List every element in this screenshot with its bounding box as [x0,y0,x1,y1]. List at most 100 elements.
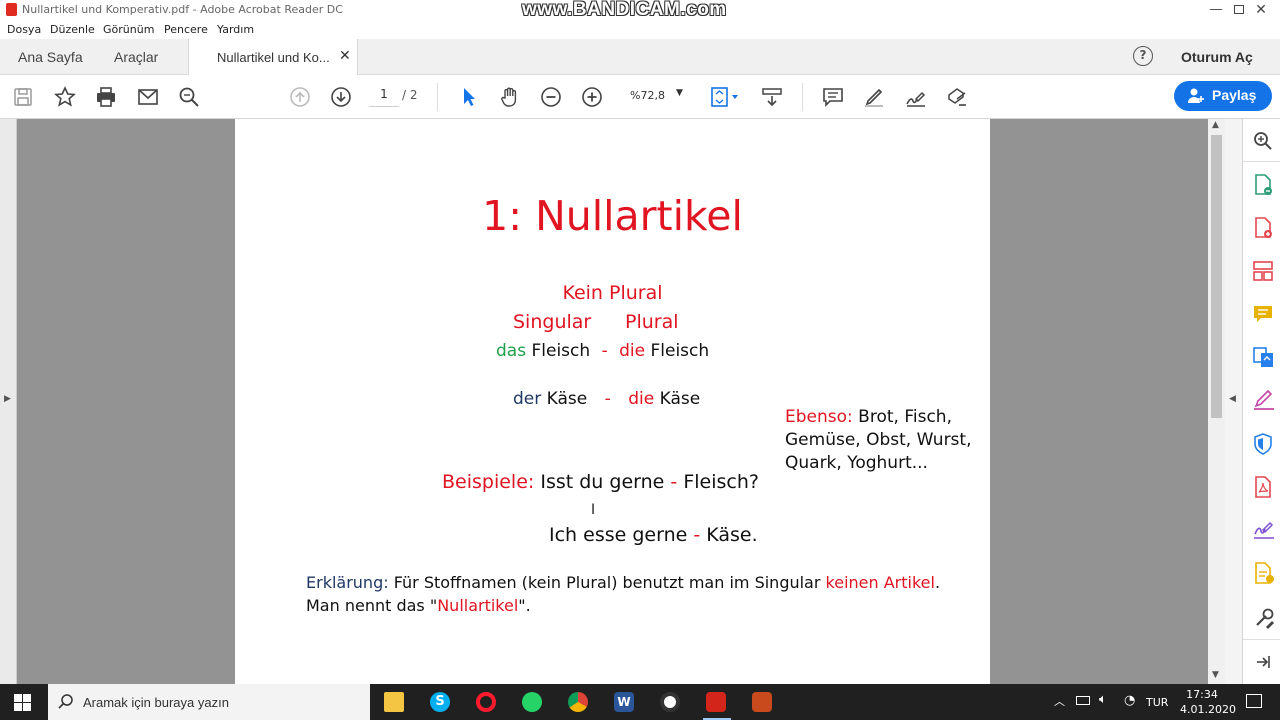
menu-file[interactable]: Dosya [7,23,41,36]
erklaerung-nullartikel: Nullartikel [437,596,519,615]
word-icon[interactable]: W [614,692,634,712]
input-language[interactable]: TUR [1146,696,1168,709]
singular-heading: Singular [513,311,592,333]
acrobat-taskbar-icon[interactable] [706,692,726,712]
taskbar-search-placeholder: Aramak için buraya yazın [83,695,229,710]
pdf-title: 1: Nullartikel [482,192,743,240]
panel-divider [1243,639,1280,640]
left-panel-toggle[interactable]: ▶ [0,119,17,684]
row-dash: - [601,341,608,361]
taskbar-search-box[interactable]: Aramak için buraya yazın [48,684,370,720]
bandicam-watermark: www.BANDICAM.com [522,0,727,20]
search-zoom-icon[interactable] [1253,131,1273,155]
clock-time: 17:34 [1186,688,1218,701]
explanation-paragraph: Erklärung: Für Stoffnamen (kein Plural) … [306,571,946,617]
chevron-left-icon: ◀ [1229,394,1236,404]
protect-shield-icon[interactable] [1253,433,1273,459]
windows-start-icon[interactable] [14,694,31,715]
organize-pages-icon[interactable] [1253,260,1273,286]
fill-sign-tool-icon[interactable] [1253,519,1275,543]
scroll-down-icon[interactable]: ▼ [1212,670,1219,680]
menu-bar: Dosya Düzenle Görünüm Pencere Yardım [0,21,1280,39]
sign-icon[interactable] [904,85,928,109]
previous-page-icon[interactable] [288,85,312,109]
menu-window[interactable]: Pencere [164,23,208,36]
search-icon [58,693,74,713]
whatsapp-icon[interactable] [522,692,542,712]
zoom-in-icon[interactable] [580,85,604,109]
search-icon[interactable] [177,85,201,109]
article-die: die [628,389,655,409]
help-icon[interactable]: ? [1133,46,1153,66]
maximize-button[interactable] [1200,0,1244,21]
comment-icon[interactable] [821,85,845,109]
taskbar-clock[interactable]: 17:34 4.01.2020 [1180,687,1236,717]
share-label: Paylaş [1212,87,1257,103]
menu-view[interactable]: Görünüm [103,23,154,36]
example-2-end: Käse. [706,524,758,546]
article-die: die [619,341,646,361]
collapse-pane-icon[interactable] [1255,654,1271,674]
save-icon[interactable] [11,85,35,109]
request-signature-icon[interactable] [1253,562,1275,588]
fill-sign-icon[interactable] [945,85,969,109]
tab-home[interactable]: Ana Sayfa [18,49,83,65]
share-button[interactable]: Paylaş [1174,81,1272,111]
mail-icon[interactable] [136,85,160,109]
file-explorer-icon[interactable] [384,692,404,712]
hand-tool-icon[interactable] [498,85,522,109]
zoom-out-icon[interactable] [539,85,563,109]
highlight-pen-icon[interactable] [862,85,886,109]
volume-icon[interactable]: 🔈︎ [1099,692,1107,707]
tab-document-label: Nullartikel und Ko... [217,50,330,65]
menu-edit[interactable]: Düzenle [50,23,95,36]
menu-help[interactable]: Yardım [217,23,254,36]
powerpoint-icon[interactable] [752,692,772,712]
example-1-end: Fleisch? [683,471,759,493]
acrobat-pdf-icon[interactable] [1253,476,1273,502]
create-pdf-icon[interactable] [1253,217,1273,243]
page-number-input[interactable]: 1 [369,87,399,107]
comment-tool-icon[interactable] [1253,304,1273,328]
edit-sign-icon[interactable] [1253,389,1275,414]
battery-icon[interactable] [1076,696,1090,705]
tray-chevron-up-icon[interactable]: ︿ [1054,693,1065,709]
bandicam-record-icon[interactable] [660,692,680,712]
scrollbar-thumb[interactable] [1211,135,1222,418]
close-tab-icon[interactable]: ✕ [339,48,351,64]
title-bar: Nullartikel und Komperativ.pdf - Adobe A… [0,0,1280,21]
next-page-icon[interactable] [329,85,353,109]
export-pdf-icon[interactable] [1253,174,1273,200]
example-row-fleisch: das Fleisch - die Fleisch [496,341,709,361]
tab-tools[interactable]: Araçlar [114,49,158,65]
ebenso-label: Ebenso: [785,407,853,427]
pdf-page: 1: Nullartikel Kein Plural Singular Plur… [235,119,990,684]
example-1-start: Isst du gerne [540,471,665,493]
erklaerung-text-3: ". [518,596,531,615]
noun-fleisch-singular: Fleisch [531,341,591,361]
more-tools-icon[interactable] [1253,607,1275,633]
action-center-icon[interactable] [1246,694,1262,708]
tab-document[interactable]: Nullartikel und Ko... ✕ [188,39,358,75]
scroll-up-icon[interactable]: ▲ [1212,120,1219,130]
wifi-icon[interactable]: ◔ [1124,693,1135,708]
article-der: der [513,389,542,409]
print-icon[interactable] [94,85,118,109]
erklaerung-artikel: Artikel [883,573,935,592]
sign-in-link[interactable]: Oturum Aç [1181,49,1253,65]
zoom-select[interactable]: %72,8 ▼ [624,87,690,107]
ebenso-block: Ebenso: Brot, Fisch, Gemüse, Obst, Wurst… [785,406,972,475]
close-window-button[interactable]: ✕ [1242,0,1280,21]
vertical-scrollbar[interactable]: ▲ ▼ [1208,119,1225,684]
chrome-icon[interactable] [568,692,588,712]
select-cursor-icon[interactable] [457,85,481,109]
pdf-file-icon [6,3,17,16]
skype-icon[interactable]: S [430,692,450,712]
opera-icon[interactable] [476,692,496,712]
fit-page-icon[interactable] [708,85,742,109]
send-files-icon[interactable] [1253,346,1275,372]
right-panel-toggle[interactable]: ◀ [1225,119,1242,684]
page-total: / 2 [402,88,418,102]
scroll-mode-icon[interactable] [760,85,784,109]
star-icon[interactable] [53,85,77,109]
